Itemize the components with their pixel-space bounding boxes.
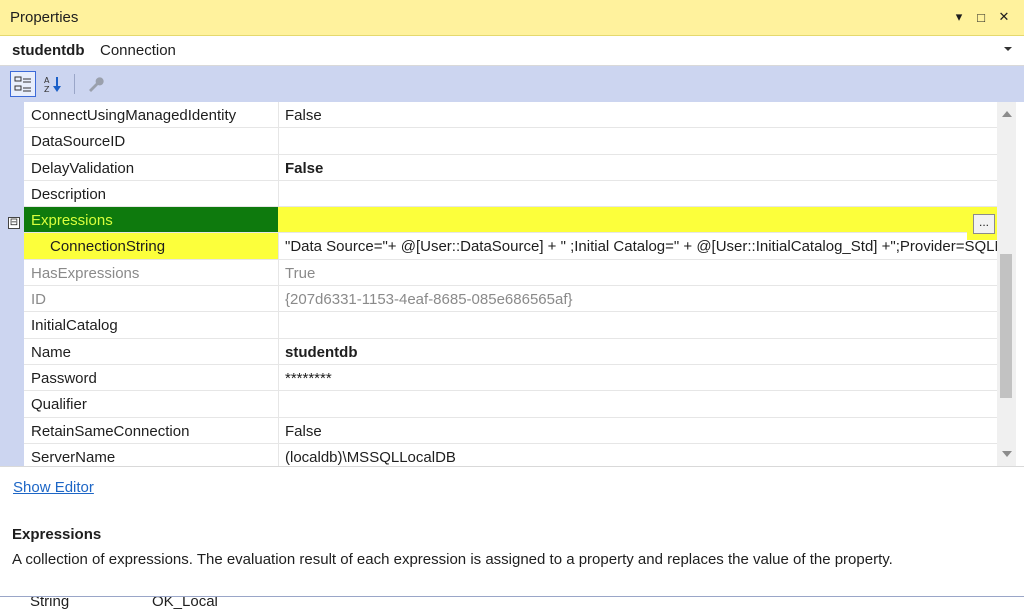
- grid-right-edge: [1016, 204, 1024, 466]
- properties-toolbar: A Z: [0, 66, 1024, 102]
- property-row[interactable]: Name studentdb: [24, 338, 997, 365]
- property-grid: ConnectUsingManagedIdentity False DataSo…: [0, 102, 1024, 466]
- show-editor-link[interactable]: Show Editor: [13, 479, 94, 496]
- property-value[interactable]: False: [278, 154, 997, 180]
- vertical-scrollbar[interactable]: [997, 102, 1016, 466]
- property-row[interactable]: ID {207d6331-1153-4eaf-8685-085e686565af…: [24, 286, 997, 313]
- underlying-window-strip: String OK_Local: [0, 596, 1024, 611]
- property-name: Password: [31, 369, 97, 387]
- categorized-view-icon: [14, 76, 31, 92]
- property-row[interactable]: Description: [24, 180, 997, 208]
- description-pane: Expressions A collection of expressions.…: [0, 510, 1024, 596]
- svg-text:A: A: [44, 76, 50, 85]
- property-row[interactable]: Password ********: [24, 364, 997, 392]
- object-name: studentdb: [12, 42, 85, 59]
- property-name: ConnectionString: [24, 233, 278, 259]
- property-row[interactable]: DataSourceID: [24, 128, 997, 155]
- scroll-up-arrow-icon[interactable]: [1002, 111, 1012, 117]
- property-name: Qualifier: [31, 396, 87, 414]
- property-value[interactable]: "Data Source="+ @[User::DataSource] + " …: [278, 233, 997, 259]
- expressions-ellipsis-button[interactable]: ...: [973, 214, 995, 234]
- property-value[interactable]: ********: [278, 364, 997, 391]
- wrench-icon: [89, 77, 104, 92]
- property-name: RetainSameConnection: [31, 422, 190, 440]
- maximize-icon[interactable]: □: [972, 8, 990, 26]
- scrollbar-thumb[interactable]: [1000, 254, 1012, 398]
- property-value[interactable]: studentdb: [278, 338, 997, 364]
- underlying-cell: OK_Local: [152, 596, 218, 610]
- property-name: HasExpressions: [31, 264, 140, 282]
- property-value[interactable]: [278, 312, 997, 338]
- property-value[interactable]: [278, 180, 997, 207]
- scroll-down-arrow-icon[interactable]: [1002, 451, 1012, 457]
- property-value[interactable]: (localdb)\MSSQLLocalDB: [278, 443, 997, 466]
- property-name: ID: [31, 291, 46, 309]
- description-title: Expressions: [12, 526, 102, 543]
- grid-gutter: [0, 102, 24, 466]
- property-row[interactable]: HasExpressions True: [24, 259, 997, 287]
- property-name: Name: [31, 343, 72, 361]
- property-row-expressions[interactable]: Expressions: [24, 207, 997, 234]
- description-text: A collection of expressions. The evaluat…: [12, 551, 893, 568]
- property-name: Expressions: [24, 207, 278, 233]
- property-value[interactable]: False: [278, 102, 997, 128]
- property-value[interactable]: False: [278, 417, 997, 443]
- categorized-view-button[interactable]: [10, 71, 36, 97]
- property-row-connectionstring[interactable]: ConnectionString "Data Source="+ @[User:…: [24, 233, 997, 260]
- property-name: DataSourceID: [31, 133, 126, 151]
- property-name: Description: [31, 185, 107, 203]
- collapse-expressions-icon[interactable]: ⊟: [8, 217, 20, 229]
- property-value[interactable]: [278, 128, 997, 154]
- property-name: DelayValidation: [31, 159, 135, 177]
- property-name: ConnectUsingManagedIdentity: [31, 107, 237, 124]
- object-selector[interactable]: studentdb Connection: [0, 36, 1024, 66]
- properties-title-bar: Properties ▾ □ ✕: [0, 0, 1024, 36]
- object-type: Connection: [100, 42, 176, 59]
- property-value[interactable]: [278, 207, 997, 233]
- window-position-dropdown-icon[interactable]: ▾: [950, 8, 968, 26]
- svg-text:Z: Z: [44, 85, 50, 93]
- property-name: InitialCatalog: [31, 317, 118, 335]
- window-title: Properties: [10, 9, 79, 26]
- property-row[interactable]: ServerName (localdb)\MSSQLLocalDB: [24, 443, 997, 466]
- property-row[interactable]: Qualifier: [24, 391, 997, 418]
- chevron-down-icon[interactable]: [1004, 47, 1012, 51]
- property-value[interactable]: [278, 391, 997, 417]
- underlying-cell: String: [30, 596, 70, 610]
- property-row[interactable]: DelayValidation False: [24, 154, 997, 181]
- property-row[interactable]: RetainSameConnection False: [24, 417, 997, 444]
- property-rows: ConnectUsingManagedIdentity False DataSo…: [24, 102, 997, 466]
- property-pages-button[interactable]: [82, 71, 108, 97]
- property-row[interactable]: InitialCatalog: [24, 312, 997, 339]
- property-value: {207d6331-1153-4eaf-8685-085e686565af}: [278, 286, 997, 312]
- close-icon[interactable]: ✕: [995, 8, 1013, 26]
- property-value: True: [278, 259, 997, 286]
- property-row[interactable]: ConnectUsingManagedIdentity False: [24, 102, 997, 129]
- commands-pane: Show Editor: [0, 466, 1024, 510]
- alphabetical-sort-button[interactable]: A Z: [40, 71, 66, 97]
- toolbar-separator: [74, 74, 75, 94]
- property-name: ServerName: [31, 448, 116, 466]
- alphabetical-sort-icon: A Z: [44, 76, 61, 93]
